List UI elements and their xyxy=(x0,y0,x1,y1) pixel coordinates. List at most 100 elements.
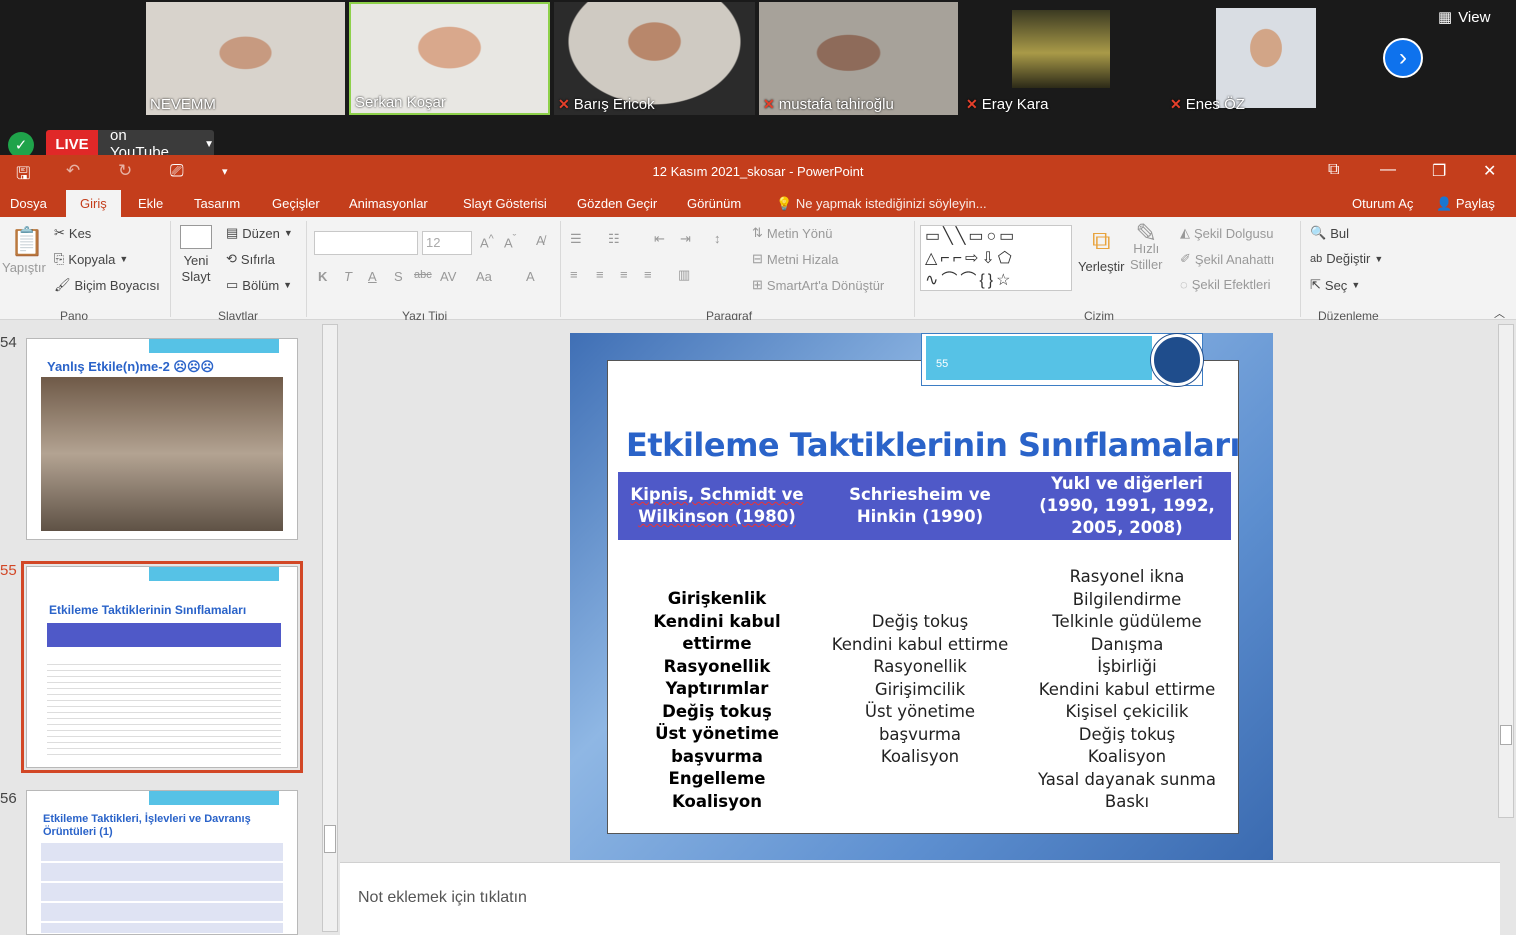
paste-label: Yapıştır xyxy=(2,260,46,275)
shapes-gallery[interactable]: ▭╲╲▭○▭ △⌐⌐⇨⇩⬠ ∿⌒⌒{}☆ xyxy=(920,225,1072,291)
tab-gozden-gecir[interactable]: Gözden Geçir xyxy=(577,196,657,211)
participant-tile-active-speaker[interactable]: Serkan Koşar xyxy=(349,2,550,115)
align-right-icon[interactable]: ≡ xyxy=(620,267,628,282)
numbering-icon[interactable]: ☷ xyxy=(608,231,620,247)
pen-icon: ✐ xyxy=(1180,251,1191,266)
new-slide-button[interactable]: Yeni Slayt xyxy=(180,225,212,285)
copy-button[interactable]: ⎘ Kopyala ▼ xyxy=(54,251,128,267)
collapse-ribbon-icon[interactable]: ︿ xyxy=(1494,305,1505,321)
table-cell-line: Bilgilendirme xyxy=(1072,589,1182,609)
university-logo-icon xyxy=(1151,334,1203,386)
participant-tile[interactable]: ✕ mustafa tahiroğlu xyxy=(759,2,958,115)
tab-gorunum[interactable]: Görünüm xyxy=(687,196,741,211)
font-color-icon[interactable]: A xyxy=(526,269,535,284)
line-spacing-icon[interactable]: ↕ xyxy=(714,231,721,246)
clear-formatting-icon[interactable]: A̸ xyxy=(536,233,545,248)
strikethrough-icon[interactable]: abc xyxy=(414,269,432,281)
reset-button[interactable]: ⟲ Sıfırla xyxy=(226,251,275,267)
person-icon: 👤 xyxy=(1436,196,1453,211)
close-icon[interactable]: ✕ xyxy=(1483,161,1496,181)
table-cell-line: Girişkenlik xyxy=(667,589,767,608)
stream-target-dropdown[interactable]: on YouTube ▼ xyxy=(98,127,214,161)
bullets-icon[interactable]: ☰ xyxy=(570,231,582,247)
format-painter-label: Biçim Boyacısı xyxy=(74,277,160,293)
slide-number-text: 55 xyxy=(926,336,1152,380)
tab-giris[interactable]: Giriş xyxy=(66,190,121,217)
participant-tile[interactable]: ✕ Eray Kara xyxy=(962,2,1162,115)
scrollbar-thumb[interactable] xyxy=(324,825,336,853)
select-button[interactable]: ⇱ Seç ▼ xyxy=(1310,277,1360,293)
arrange-button[interactable]: ⧉ Yerleştir xyxy=(1078,225,1124,274)
table-column-3: Rasyonel ikna Bilgilendirme Telkinle güdül… xyxy=(1028,566,1226,814)
share-button[interactable]: 👤 Paylaş xyxy=(1436,196,1495,212)
smartart-label: SmartArt'a Dönüştür xyxy=(766,277,885,293)
participant-tile[interactable]: ✕ Barış Ericok xyxy=(554,2,755,115)
arrange-label: Yerleştir xyxy=(1078,259,1125,274)
grow-font-icon[interactable]: A^ xyxy=(480,233,494,250)
live-badge[interactable]: LIVE xyxy=(46,130,98,158)
ribbon-display-options-icon[interactable]: ⧉ xyxy=(1328,161,1339,179)
decrease-indent-icon[interactable]: ⇤ xyxy=(654,231,665,247)
find-button[interactable]: 🔍 Bul xyxy=(1310,225,1349,241)
increase-indent-icon[interactable]: ⇥ xyxy=(680,231,691,247)
participant-name: Eray Kara xyxy=(981,96,1049,113)
section-button[interactable]: ▭ Bölüm ▼ xyxy=(226,277,292,293)
slide-title[interactable]: Etkileme Taktiklerinin Sınıflamaları xyxy=(626,426,1240,464)
shape-outline-button[interactable]: ✐ Şekil Anahattı xyxy=(1180,251,1274,267)
shape-effects-button[interactable]: ◌ Şekil Efektleri xyxy=(1180,277,1270,292)
bold-icon[interactable]: K xyxy=(318,269,327,284)
align-center-icon[interactable]: ≡ xyxy=(596,267,604,282)
italic-icon[interactable]: T xyxy=(344,269,352,284)
table-cell-line: Üst yönetime xyxy=(655,724,779,743)
replace-button[interactable]: ab Değiştir ▼ xyxy=(1310,251,1383,266)
slide-thumbnail[interactable]: Etkileme Taktikleri, İşlevleri ve Davran… xyxy=(26,790,298,935)
paste-button[interactable]: 📋 Yapıştır xyxy=(2,225,46,275)
participant-name: Enes ÖZ xyxy=(1185,96,1245,113)
restore-icon[interactable]: ❐ xyxy=(1432,161,1446,181)
justify-icon[interactable]: ≡ xyxy=(644,267,652,282)
slide-thumbnail-selected[interactable]: Etkileme Taktiklerinin Sınıflamaları xyxy=(21,561,303,773)
tab-animasyonlar[interactable]: Animasyonlar xyxy=(349,196,428,211)
slide-thumbnail[interactable]: Yanlış Etkile(n)me-2 ☹☹☹ xyxy=(26,338,298,540)
character-spacing-icon[interactable]: AV xyxy=(440,269,456,284)
thumbnail-scrollbar[interactable] xyxy=(322,324,338,932)
thumb-title: Yanlış Etkile(n)me-2 ☹☹☹ xyxy=(47,359,215,374)
tab-gecisler[interactable]: Geçişler xyxy=(272,196,320,211)
cut-button[interactable]: ✂ Kes xyxy=(54,225,91,241)
minimize-icon[interactable]: — xyxy=(1380,161,1396,179)
next-page-button[interactable]: › xyxy=(1383,38,1423,78)
font-name-input[interactable] xyxy=(314,231,418,255)
participant-tile[interactable]: NEVEMM xyxy=(146,2,345,115)
text-direction-button[interactable]: ⇅ Metin Yönü xyxy=(752,225,832,241)
notes-pane[interactable]: Not eklemek için tıklatın xyxy=(340,862,1500,935)
sign-in-link[interactable]: Oturum Aç xyxy=(1352,196,1413,211)
participant-tile[interactable]: ✕ Enes ÖZ xyxy=(1166,2,1366,115)
table-header-row: Kipnis, Schmidt ve Wilkinson (1980) Schr… xyxy=(618,472,1231,540)
smartart-button[interactable]: ⊞ SmartArt'a Dönüştür xyxy=(752,277,884,293)
shadow-icon[interactable]: S xyxy=(394,269,403,284)
divider xyxy=(170,221,171,317)
align-text-button[interactable]: ⊟ Metni Hizala xyxy=(752,251,838,267)
format-painter-button[interactable]: 🖌 Biçim Boyacısı xyxy=(54,277,160,293)
columns-icon[interactable]: ▥ xyxy=(678,267,690,283)
tab-dosya[interactable]: Dosya xyxy=(10,196,47,211)
align-left-icon[interactable]: ≡ xyxy=(570,267,578,282)
tab-ekle[interactable]: Ekle xyxy=(138,196,163,211)
table-cell-line: Kendini kabul ettirme xyxy=(831,634,1009,654)
editor-scrollbar[interactable] xyxy=(1498,324,1514,818)
view-button[interactable]: ▦ View xyxy=(1438,8,1490,27)
font-size-input[interactable]: 12 xyxy=(422,231,472,255)
table-cell-line: başvurma xyxy=(878,724,962,744)
tab-slayt-gosterisi[interactable]: Slayt Gösterisi xyxy=(463,196,547,211)
underline-icon[interactable]: A xyxy=(368,269,377,284)
change-case-icon[interactable]: Aa xyxy=(476,269,492,284)
shape-effects-label: Şekil Efektleri xyxy=(1191,277,1271,292)
tell-me-search[interactable]: 💡 Ne yapmak istediğinizi söyleyin... xyxy=(776,196,987,212)
shrink-font-icon[interactable]: Aˇ xyxy=(504,233,516,250)
scrollbar-thumb[interactable] xyxy=(1500,725,1512,745)
participant-avatar xyxy=(1216,8,1316,108)
shape-fill-button[interactable]: ◭ Şekil Dolgusu xyxy=(1180,225,1274,241)
tab-tasarim[interactable]: Tasarım xyxy=(194,196,240,211)
quick-styles-button[interactable]: ✎ Hızlı Stiller xyxy=(1130,220,1163,273)
layout-button[interactable]: ▤ Düzen ▼ xyxy=(226,225,293,241)
